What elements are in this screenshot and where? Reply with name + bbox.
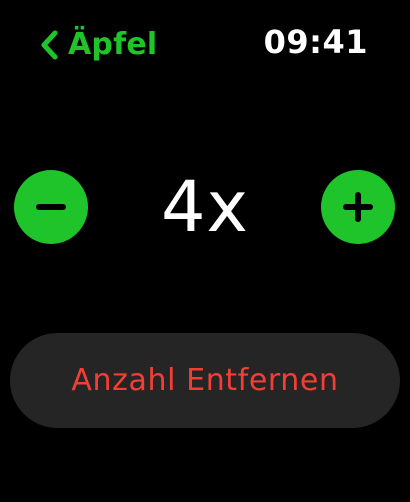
remove-quantity-label: Anzahl Entfernen bbox=[71, 363, 339, 398]
back-button[interactable]: Äpfel bbox=[40, 25, 157, 65]
plus-icon bbox=[343, 192, 373, 222]
header: Äpfel 09:41 bbox=[0, 0, 410, 90]
chevron-left-icon bbox=[41, 30, 58, 60]
back-label: Äpfel bbox=[68, 27, 158, 62]
increase-quantity-button[interactable] bbox=[321, 170, 395, 244]
quantity-stepper: 4x bbox=[0, 170, 410, 246]
time: 09:41 bbox=[263, 23, 368, 61]
remove-quantity-button[interactable]: Anzahl Entfernen bbox=[10, 333, 400, 428]
